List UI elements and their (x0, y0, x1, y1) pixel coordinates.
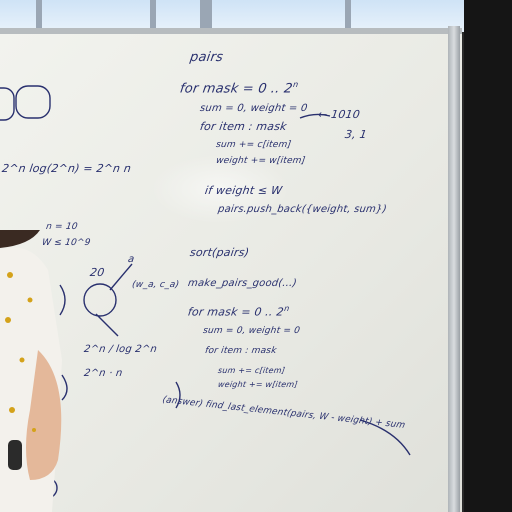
drawn-bracket (175, 381, 181, 409)
classroom-photo: pairs for mask = 0 .. 2n sum = 0, weight… (0, 0, 512, 512)
drawn-box (0, 87, 15, 121)
drawn-arrow (299, 113, 331, 119)
drawn-box (15, 85, 51, 119)
hair (0, 230, 40, 248)
wristwatch (8, 440, 22, 470)
drawn-line (95, 313, 119, 337)
person-foreground (0, 230, 62, 512)
drawn-stroke (359, 419, 411, 456)
drawn-arrow (109, 263, 133, 291)
